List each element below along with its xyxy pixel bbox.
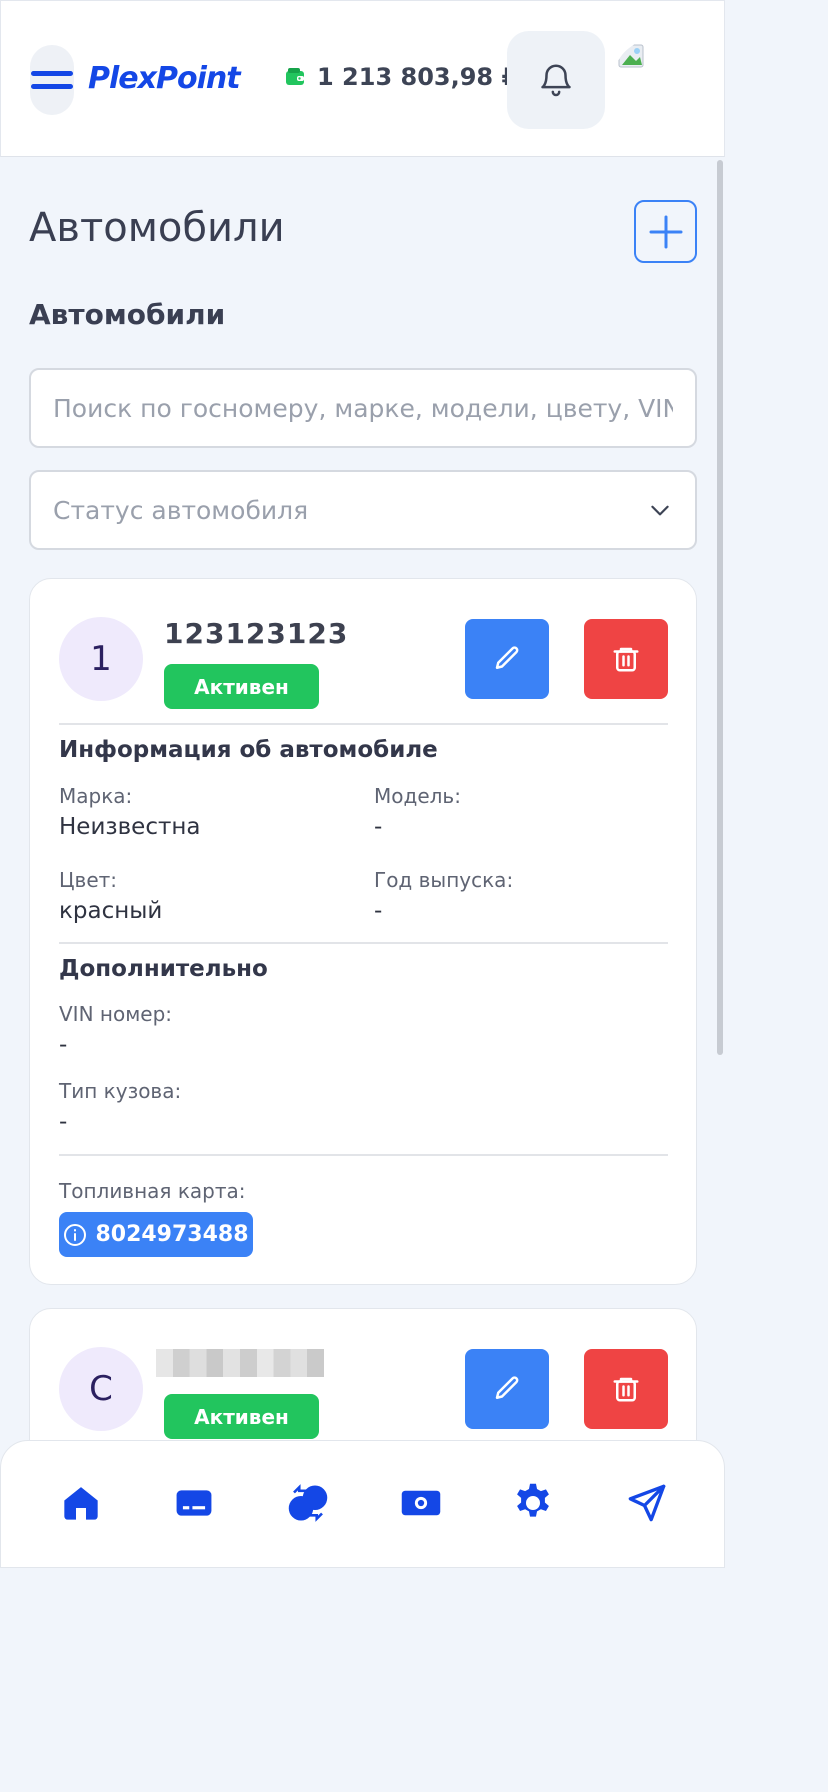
trash-icon (613, 647, 639, 672)
menu-icon-bar (31, 84, 73, 89)
section-title: Автомобили (29, 298, 226, 331)
trash-icon (613, 1377, 639, 1402)
money-icon (401, 1490, 441, 1516)
send-icon (628, 1484, 666, 1522)
divider (59, 942, 668, 944)
car-avatar: С (59, 1347, 143, 1431)
model-value: - (374, 814, 383, 840)
menu-button[interactable] (30, 45, 74, 115)
brand-label: Марка: (59, 784, 133, 808)
nav-settings[interactable] (511, 1481, 555, 1525)
year-value: - (374, 898, 383, 924)
body-value: - (59, 1109, 68, 1135)
search-input[interactable] (29, 368, 697, 448)
chevron-down-icon (651, 505, 669, 516)
page: PlexPoint 1 213 803,98 ₽ Автомобили Авто… (0, 0, 725, 1568)
logo[interactable]: PlexPoint (88, 61, 241, 96)
info-title: Информация об автомобиле (59, 737, 438, 763)
plus-icon (649, 215, 682, 248)
color-label: Цвет: (59, 868, 118, 892)
nav-cards[interactable] (172, 1481, 216, 1525)
exchange-icon (288, 1484, 328, 1522)
car-plate: 123123123 (164, 617, 349, 650)
pencil-icon (495, 646, 519, 669)
notifications-button[interactable] (507, 31, 605, 129)
body-label: Тип кузова: (59, 1079, 182, 1103)
menu-icon-bar (31, 71, 73, 76)
scrollbar[interactable] (717, 160, 723, 1055)
model-label: Модель: (374, 784, 461, 808)
status-select-placeholder: Статус автомобиля (53, 495, 309, 525)
pencil-icon (495, 1376, 519, 1399)
car-plate-redacted (156, 1349, 324, 1377)
edit-button[interactable] (465, 619, 549, 699)
car-avatar: 1 (59, 617, 143, 701)
status-select[interactable]: Статус автомобиля (29, 470, 697, 550)
color-value: красный (59, 898, 163, 924)
divider (59, 1154, 668, 1156)
vin-label: VIN номер: (59, 1002, 173, 1026)
nav-finance[interactable] (399, 1481, 443, 1525)
fuel-card-number: 8024973488 (95, 1222, 249, 1247)
fuel-card-label: Топливная карта: (59, 1179, 246, 1203)
nav-send[interactable] (625, 1481, 669, 1525)
brand-value: Неизвестна (59, 814, 201, 840)
user-avatar[interactable] (613, 39, 697, 123)
info-icon (64, 1223, 87, 1246)
nav-home[interactable] (59, 1481, 103, 1525)
bell-icon (541, 64, 571, 97)
top-header: PlexPoint 1 213 803,98 ₽ (0, 0, 725, 157)
gear-icon (517, 1483, 549, 1517)
page-title: Автомобили (29, 205, 285, 251)
divider (59, 723, 668, 725)
bottom-nav (0, 1440, 725, 1568)
vin-value: - (59, 1032, 68, 1058)
card-icon (176, 1490, 212, 1516)
balance-amount: 1 213 803,98 ₽ (317, 63, 519, 91)
delete-button[interactable] (584, 619, 668, 699)
delete-button[interactable] (584, 1349, 668, 1429)
home-icon (64, 1487, 98, 1520)
nav-exchange[interactable] (286, 1481, 330, 1525)
fuel-card-badge[interactable]: 8024973488 (59, 1212, 253, 1257)
add-car-button[interactable] (634, 200, 697, 263)
car-card: 1 123123123 Активен Информация об автомо… (29, 578, 697, 1285)
edit-button[interactable] (465, 1349, 549, 1429)
balance[interactable]: 1 213 803,98 ₽ (285, 63, 518, 91)
status-badge: Активен (164, 1394, 319, 1439)
year-label: Год выпуска: (374, 868, 514, 892)
status-badge: Активен (164, 664, 319, 709)
wallet-icon (286, 68, 304, 85)
broken-image-icon (618, 44, 644, 68)
extra-title: Дополнительно (59, 956, 268, 982)
